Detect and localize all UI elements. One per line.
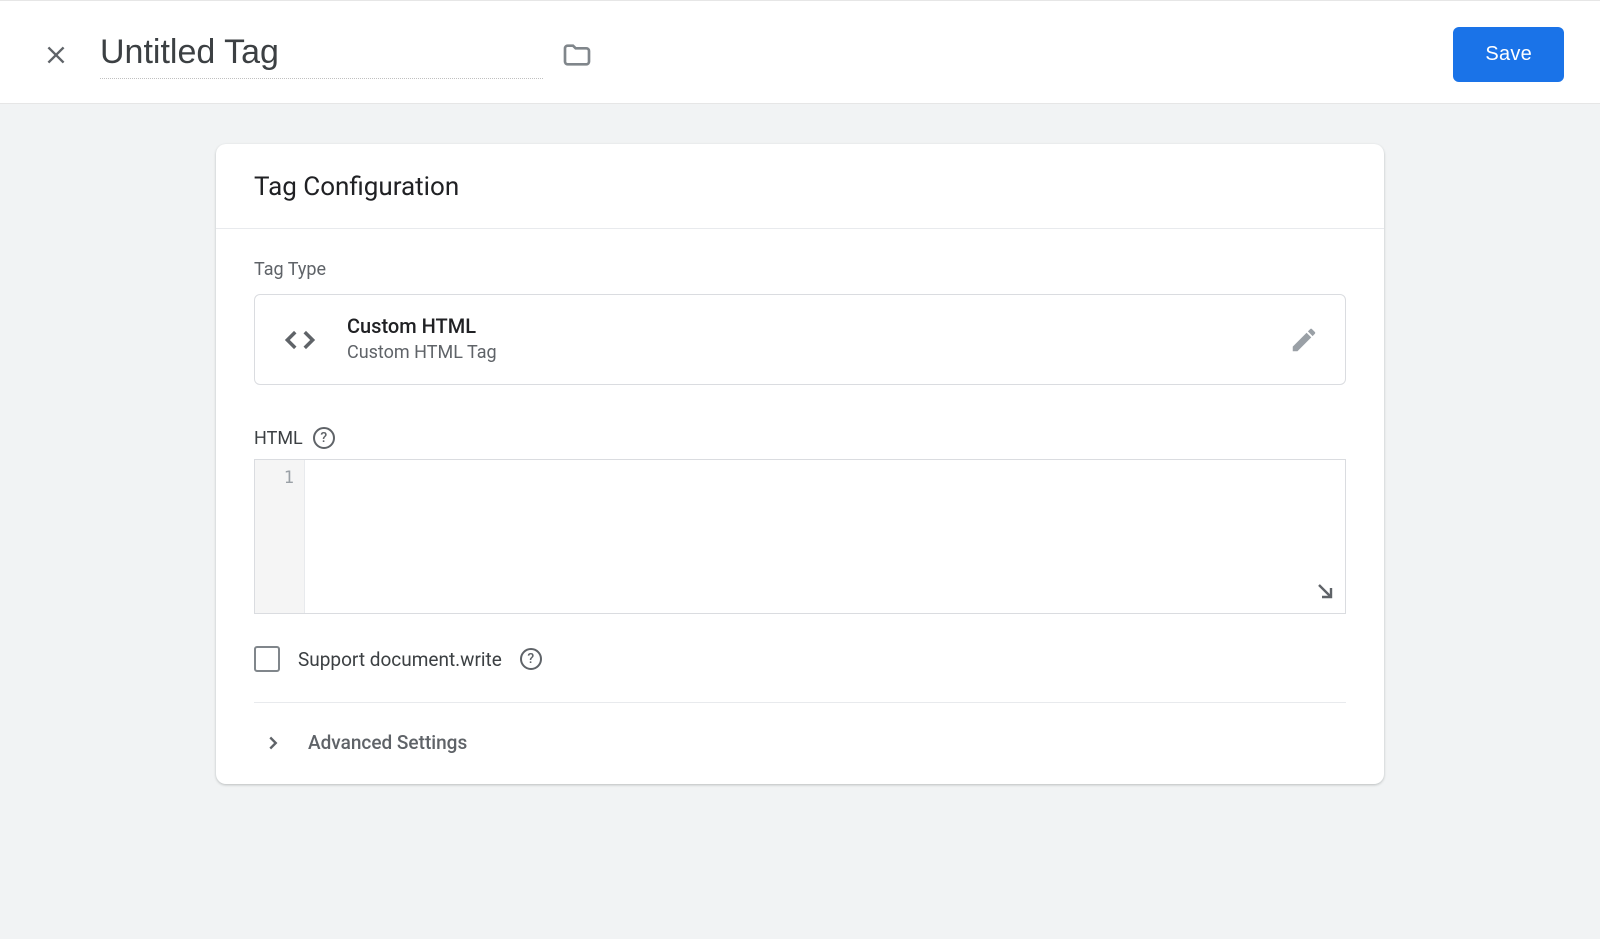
card-title: Tag Configuration bbox=[216, 144, 1384, 229]
resize-icon bbox=[1313, 579, 1337, 603]
support-documentwrite-label: Support document.write bbox=[298, 648, 502, 671]
tag-name-input[interactable] bbox=[100, 31, 543, 79]
html-code-input[interactable] bbox=[305, 460, 1345, 613]
content-area: Tag Configuration Tag Type Custom HTML C… bbox=[0, 104, 1600, 814]
html-help-button[interactable]: ? bbox=[313, 427, 335, 449]
line-number: 1 bbox=[255, 468, 294, 488]
help-icon: ? bbox=[320, 430, 327, 446]
tag-type-title: Custom HTML bbox=[347, 313, 1261, 339]
advanced-settings-toggle[interactable]: Advanced Settings bbox=[254, 703, 1346, 784]
save-button[interactable]: Save bbox=[1453, 27, 1564, 82]
tag-config-card: Tag Configuration Tag Type Custom HTML C… bbox=[216, 144, 1384, 784]
support-documentwrite-checkbox[interactable] bbox=[254, 646, 280, 672]
folder-icon bbox=[561, 39, 593, 71]
tag-type-label: Tag Type bbox=[254, 259, 1346, 280]
code-icon bbox=[281, 321, 319, 359]
header-bar: Save bbox=[0, 6, 1600, 104]
close-button[interactable] bbox=[36, 35, 76, 75]
editor-resize-handle[interactable] bbox=[1313, 579, 1337, 607]
close-icon bbox=[43, 42, 69, 68]
documentwrite-help-button[interactable]: ? bbox=[520, 648, 542, 670]
html-field-label: HTML bbox=[254, 428, 303, 449]
html-code-editor: 1 bbox=[254, 459, 1346, 614]
folder-button[interactable] bbox=[561, 39, 593, 71]
chevron-right-icon bbox=[262, 732, 284, 754]
advanced-settings-label: Advanced Settings bbox=[308, 731, 467, 754]
edit-tag-type-button[interactable] bbox=[1289, 325, 1319, 355]
tag-type-selector[interactable]: Custom HTML Custom HTML Tag bbox=[254, 294, 1346, 385]
tag-type-text: Custom HTML Custom HTML Tag bbox=[347, 313, 1261, 366]
support-documentwrite-row: Support document.write ? bbox=[254, 646, 1346, 703]
help-icon: ? bbox=[527, 651, 534, 667]
tag-type-subtitle: Custom HTML Tag bbox=[347, 339, 1261, 366]
title-wrap bbox=[100, 31, 593, 79]
pencil-icon bbox=[1289, 325, 1319, 355]
editor-gutter: 1 bbox=[255, 460, 305, 613]
